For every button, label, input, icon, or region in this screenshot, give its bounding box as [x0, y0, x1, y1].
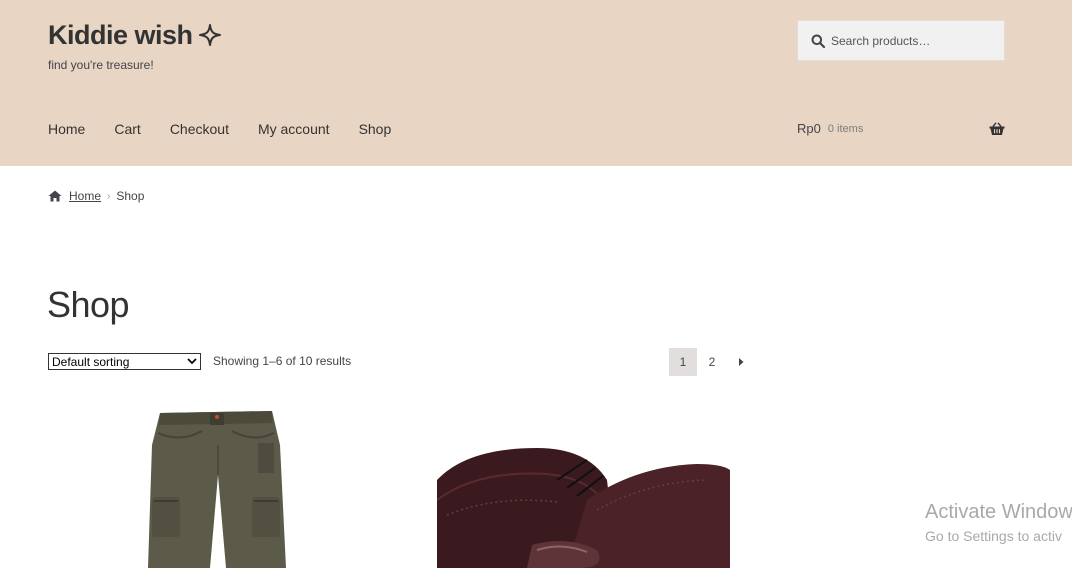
breadcrumb: Home › Shop	[48, 189, 144, 203]
nav-item-home[interactable]: Home	[48, 121, 85, 137]
search-input[interactable]: Search products…	[831, 34, 930, 48]
basket-icon[interactable]	[989, 122, 1005, 136]
search-field[interactable]: Search products…	[797, 20, 1005, 61]
site-title[interactable]: Kiddie wish	[48, 20, 221, 53]
product-image-oxford-shoes[interactable]	[437, 440, 730, 568]
sorting-select[interactable]: Default sorting	[48, 353, 201, 370]
page-title: Shop	[47, 284, 130, 325]
nav-item-checkout[interactable]: Checkout	[170, 121, 229, 137]
site-tagline: find you're treasure!	[48, 58, 154, 72]
product-image-cargo-pants[interactable]	[140, 405, 290, 568]
header-cart[interactable]: Rp0 0 items	[797, 121, 1005, 136]
breadcrumb-home-link[interactable]: Home	[69, 189, 101, 203]
breadcrumb-current: Shop	[116, 189, 145, 203]
breadcrumb-separator-icon: ›	[107, 190, 111, 202]
site-title-text[interactable]: Kiddie wish	[48, 20, 193, 50]
cart-count[interactable]: 0 items	[828, 123, 863, 135]
cart-amount[interactable]: Rp0	[797, 121, 821, 136]
pagination: 1 2	[669, 348, 756, 376]
page-1-current: 1	[669, 348, 697, 376]
search-icon	[811, 34, 825, 48]
site-header: Kiddie wish find you're treasure! Search…	[0, 0, 1072, 166]
sparkle-icon	[198, 22, 221, 53]
chevron-down-icon[interactable]	[187, 357, 197, 365]
page-2-link[interactable]: 2	[698, 348, 726, 376]
home-icon	[48, 190, 62, 202]
result-count: Showing 1–6 of 10 results	[213, 354, 352, 368]
chevron-right-icon	[739, 358, 744, 366]
next-page-button[interactable]	[727, 348, 755, 376]
sorting-selected-value[interactable]: Default sorting	[52, 355, 129, 369]
nav-item-shop[interactable]: Shop	[359, 121, 392, 137]
activation-watermark-title: Activate Window	[925, 501, 1072, 523]
primary-nav: Home Cart Checkout My account Shop	[48, 121, 420, 137]
nav-item-my-account[interactable]: My account	[258, 121, 330, 137]
nav-item-cart[interactable]: Cart	[114, 121, 140, 137]
activation-watermark-subtitle: Go to Settings to activ	[925, 528, 1062, 544]
